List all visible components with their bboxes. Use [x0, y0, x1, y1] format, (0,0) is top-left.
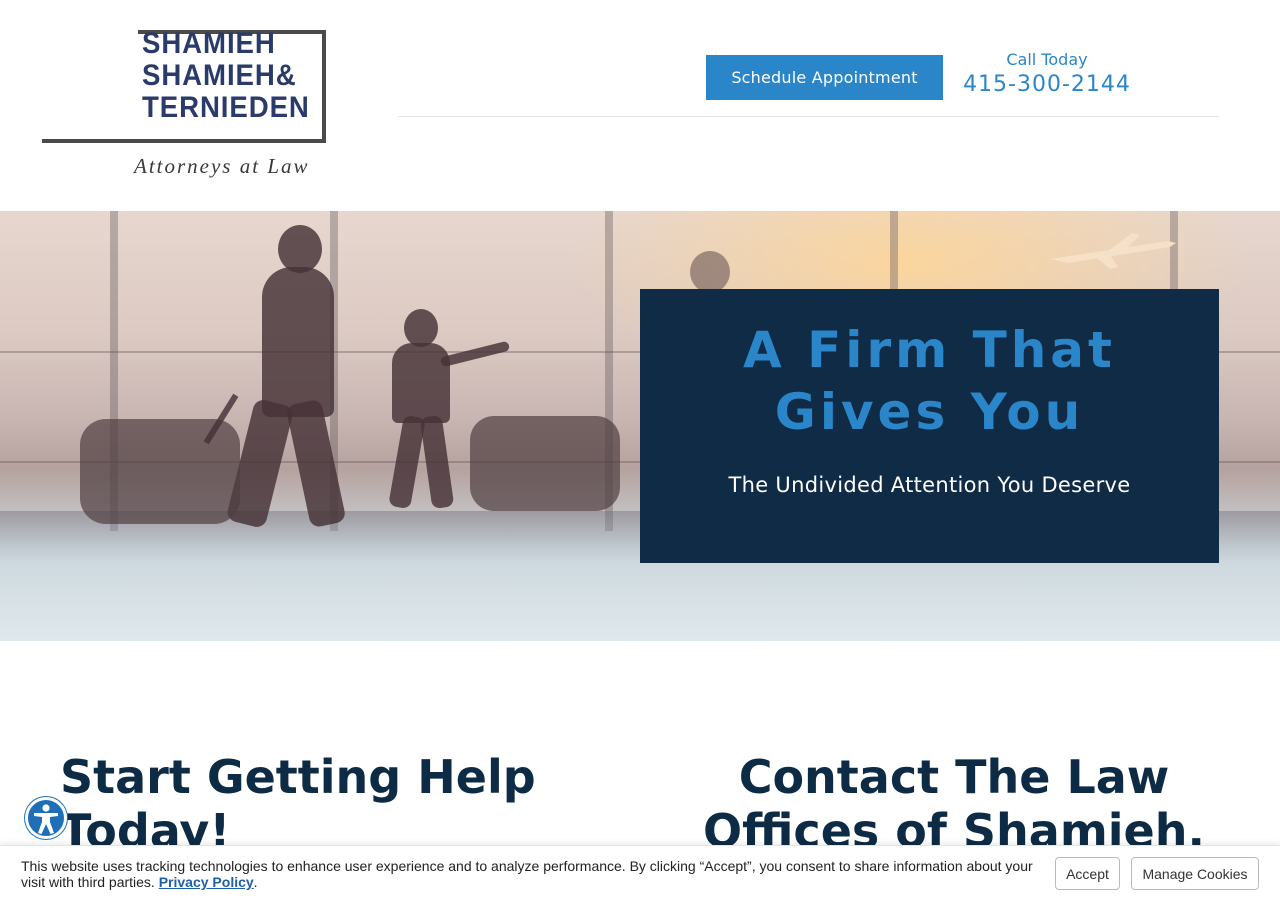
accessibility-icon — [34, 804, 58, 834]
logo-line-1: SHAMIEH — [142, 27, 276, 60]
header-divider — [398, 116, 1219, 117]
hero-subtitle: The Undivided Attention You Deserve — [728, 473, 1131, 497]
hero-banner: A Firm That Gives You The Undivided Atte… — [0, 211, 1280, 641]
privacy-policy-link[interactable]: Privacy Policy — [159, 874, 254, 890]
contact-heading: Contact The Law Offices of Shamieh, — [703, 750, 1205, 858]
cookie-trailing: . — [253, 874, 258, 890]
manage-cookies-button[interactable]: Manage Cookies — [1131, 857, 1259, 890]
call-today-block: Call Today 415-300-2144 — [958, 50, 1136, 97]
logo-wordmark: SHAMIEH SHAMIEH& TERNIEDEN — [142, 28, 332, 124]
hero-title: A Firm That Gives You — [743, 321, 1116, 441]
accessibility-button[interactable] — [25, 797, 67, 839]
airplane-icon — [1050, 233, 1176, 269]
call-today-label: Call Today — [1006, 50, 1088, 69]
logo-line-3: TERNIEDEN — [142, 91, 310, 124]
start-help-heading: Start Getting Help Today! — [60, 750, 536, 858]
accept-cookies-button[interactable]: Accept — [1055, 857, 1120, 890]
schedule-appointment-button[interactable]: Schedule Appointment — [706, 55, 943, 100]
hero-card: A Firm That Gives You The Undivided Atte… — [640, 289, 1219, 563]
firm-logo[interactable]: SHAMIEH SHAMIEH& TERNIEDEN Attorneys at … — [38, 28, 332, 188]
cookie-banner: This website uses tracking technologies … — [0, 845, 1280, 900]
logo-line-2: SHAMIEH& — [142, 59, 297, 92]
phone-link[interactable]: 415-300-2144 — [958, 72, 1136, 97]
logo-tagline: Attorneys at Law — [134, 154, 310, 178]
cookie-message: This website uses tracking technologies … — [21, 858, 1041, 890]
site-header: SHAMIEH SHAMIEH& TERNIEDEN Attorneys at … — [0, 0, 1280, 211]
